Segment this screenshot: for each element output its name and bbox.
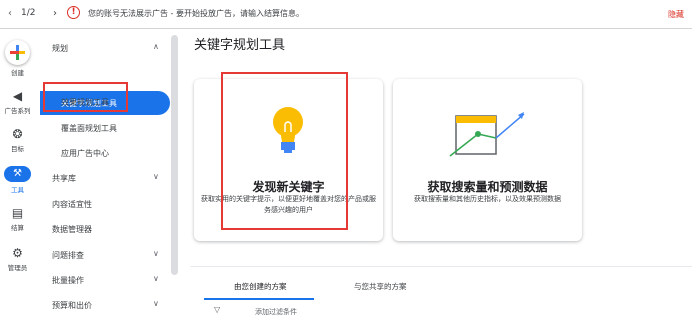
card-title: 获取搜索量和预测数据 — [427, 180, 548, 194]
account-warning-banner: ‹ 1/2 › ! 您的账号无法展示广告 - 要开始投放广告，请输入结算信息。 … — [0, 0, 692, 29]
rail-label-campaigns: 广告系列 — [4, 107, 31, 115]
sidebar-item-label: 效果规划工具 — [61, 98, 109, 107]
rail-item-admin[interactable]: ⚙ 管理员 — [0, 246, 35, 272]
wrench-icon: ⚒ — [4, 166, 31, 182]
sidebar-section-planning[interactable]: 规划 ∧ — [35, 38, 170, 58]
sidebar-item-performance-planner[interactable]: 效果规划工具 — [35, 92, 170, 112]
page-indicator: 1/2 — [21, 8, 36, 18]
rail-item-create[interactable]: 创建 — [0, 40, 35, 77]
warning-icon: ! — [67, 6, 80, 19]
sidebar-item-label: 应用广告中心 — [61, 149, 109, 158]
gear-icon: ⚙ — [12, 246, 23, 260]
chevron-down-icon: ∨ — [153, 249, 159, 258]
active-tab-indicator — [204, 298, 314, 300]
sidebar-item-data-manager[interactable]: 数据管理器 — [35, 219, 170, 239]
sidebar-item-shared-library[interactable]: 共享库 ∨ — [35, 168, 170, 188]
rail-item-tools[interactable]: ⚒ 工具 — [0, 166, 35, 194]
plan-tabs: 由您创建的方案 与您共享的方案 — [190, 266, 692, 300]
chevron-down-icon: ∨ — [153, 274, 159, 283]
rail-item-goals[interactable]: ❂ 目标 — [0, 127, 35, 153]
filter-icon[interactable]: ▽ — [214, 305, 220, 314]
rail-label-tools: 工具 — [11, 186, 24, 194]
search-volume-forecast-card[interactable]: 获取搜索量和预测数据 获取搜索量和其他历史指标，以及效果预测数据 — [393, 79, 582, 241]
chevron-right-icon[interactable]: › — [53, 8, 57, 19]
page-title: 关键字规划工具 — [194, 38, 286, 53]
card-description: 获取搜索量和其他历史指标，以及效果预测数据 — [414, 195, 561, 203]
rail-label-goals: 目标 — [11, 145, 24, 153]
chevron-up-icon: ∧ — [153, 42, 159, 51]
sidebar-section-label: 规划 — [52, 44, 68, 53]
rail-item-billing[interactable]: ▤ 结算 — [0, 206, 35, 232]
sidebar-item-bulk-actions[interactable]: 批量操作 ∨ — [35, 270, 170, 290]
create-button[interactable] — [5, 40, 30, 65]
billing-icon: ▤ — [11, 206, 24, 220]
chevron-down-icon: ∨ — [153, 299, 159, 308]
sidebar-item-label: 数据管理器 — [52, 225, 92, 234]
highlight-box-card — [221, 72, 348, 230]
rail-item-campaigns[interactable]: ◀︎ 广告系列 — [0, 89, 35, 115]
dismiss-banner-button[interactable]: 隐藏 — [668, 9, 684, 20]
sidebar-scrollbar[interactable] — [171, 35, 178, 275]
chevron-left-icon[interactable]: ‹ — [8, 8, 12, 19]
trend-chart-icon — [449, 112, 525, 157]
add-filter-button[interactable]: 添加过滤条件 — [255, 307, 297, 317]
chevron-down-icon: ∨ — [153, 172, 159, 181]
rail-label-billing: 结算 — [11, 224, 24, 232]
sidebar-item-budgets-bids[interactable]: 预算和出价 ∨ — [35, 295, 170, 315]
rail-label-admin: 管理员 — [7, 264, 28, 272]
sidebar-item-label: 共享库 — [52, 174, 76, 183]
megaphone-icon: ◀︎ — [12, 89, 23, 103]
sidebar-item-troubleshooting[interactable]: 问题排查 ∨ — [35, 245, 170, 265]
sidebar-item-reach-planner[interactable]: 覆盖面规划工具 — [35, 118, 170, 138]
navigation-rail: 创建 ◀︎ 广告系列 ❂ 目标 ⚒ 工具 ▤ 结算 ⚙ 管理员 — [0, 29, 35, 319]
plus-icon — [10, 45, 25, 60]
trophy-icon: ❂ — [12, 127, 23, 141]
banner-message: 您的账号无法展示广告 - 要开始投放广告，请输入结算信息。 — [88, 9, 304, 18]
sidebar-item-content-suitability[interactable]: 内容适宜性 — [35, 194, 170, 214]
sidebar-item-label: 内容适宜性 — [52, 200, 92, 209]
sidebar-item-label: 问题排查 — [52, 251, 84, 260]
sidebar-item-app-center[interactable]: 应用广告中心 — [35, 143, 170, 163]
rail-label-create: 创建 — [11, 69, 24, 77]
tab-created-plans[interactable]: 由您创建的方案 — [234, 281, 287, 292]
tab-shared-plans[interactable]: 与您共享的方案 — [354, 281, 407, 292]
sidebar-item-label: 预算和出价 — [52, 301, 92, 310]
sidebar-item-label: 覆盖面规划工具 — [61, 124, 117, 133]
sidebar-item-label: 批量操作 — [52, 276, 84, 285]
tools-sidebar: 规划 ∧ 关键字规划工具 效果规划工具 覆盖面规划工具 应用广告中心 共享库 ∨ … — [35, 29, 175, 319]
